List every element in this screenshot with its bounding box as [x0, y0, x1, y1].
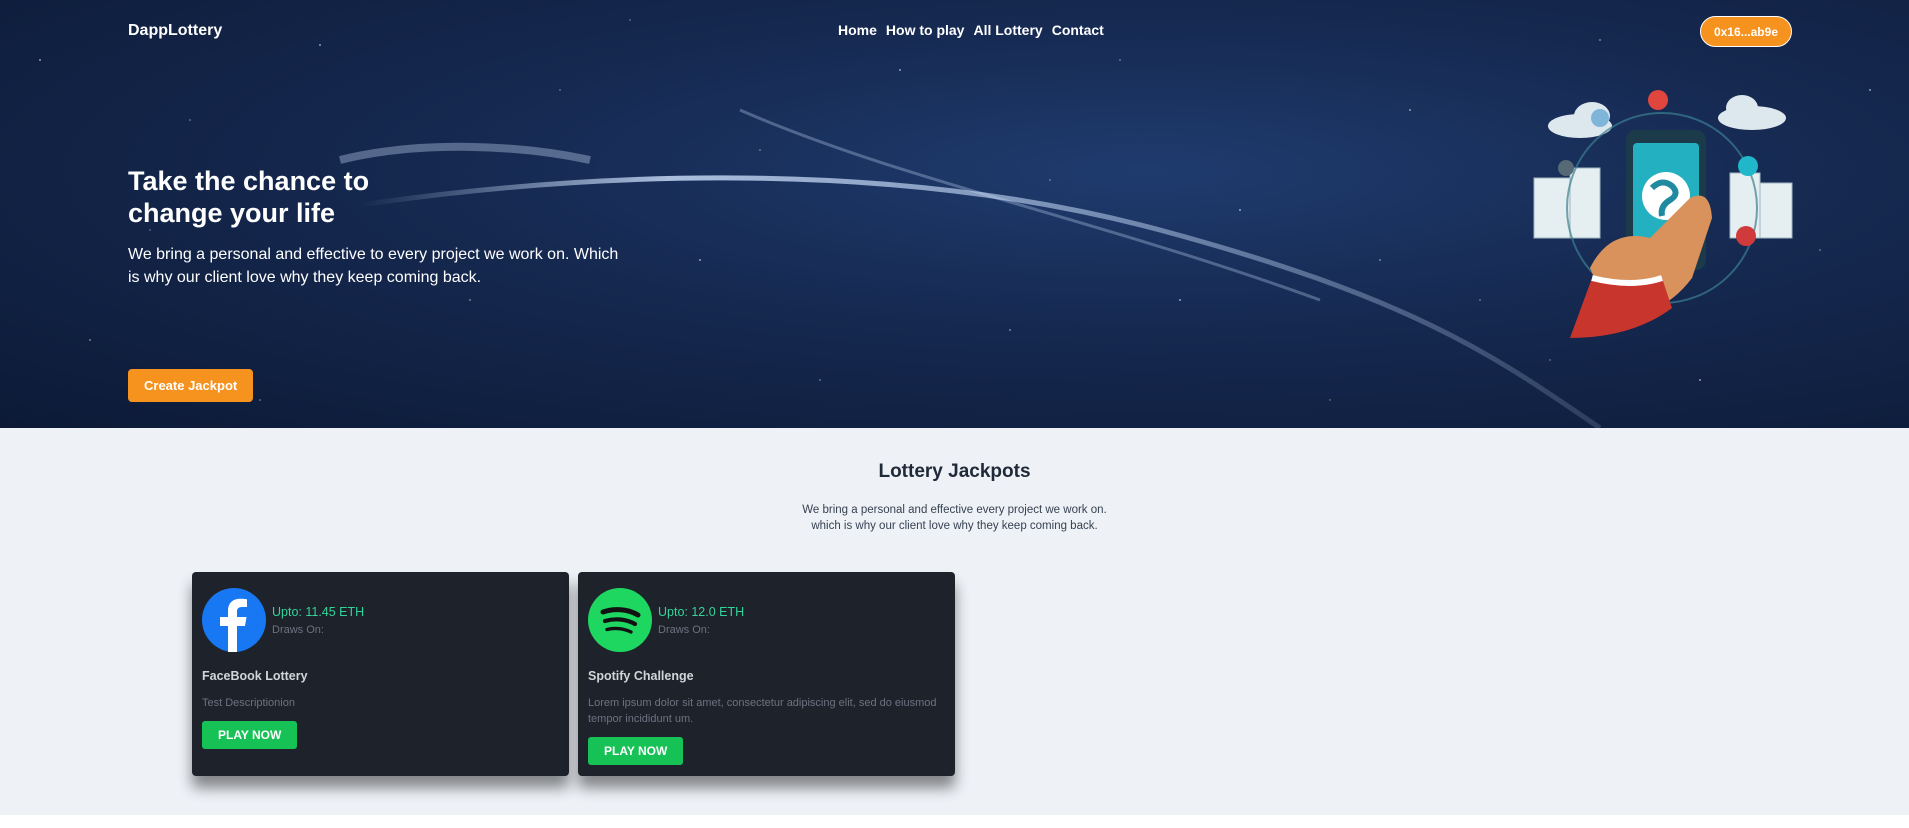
facebook-icon: [202, 588, 266, 652]
phone-globe-illustration: [1533, 90, 1793, 338]
nav-link-contact[interactable]: Contact: [1052, 22, 1104, 38]
nav-link-how-to-play[interactable]: How to play: [886, 22, 965, 38]
hero-banner: DappLottery Home How to play All Lottery…: [0, 0, 1909, 428]
section-subtitle: We bring a personal and effective every …: [0, 502, 1909, 534]
play-now-button[interactable]: PLAY NOW: [588, 737, 684, 765]
card-description: Lorem ipsum dolor sit amet, consectetur …: [588, 697, 937, 725]
draw-date-label: Draws On:: [658, 624, 710, 636]
section-subtitle-line-2: which is why our client love why they ke…: [811, 520, 1098, 532]
card-description: Test Descriptionion: [202, 697, 295, 709]
section-title: Lottery Jackpots: [878, 461, 1031, 482]
section-subtitle-line-1: We bring a personal and effective every …: [802, 504, 1107, 516]
draw-date-label: Draws On:: [272, 624, 324, 636]
page-footer-strip: [0, 815, 1909, 828]
prize-amount: Upto: 11.45 ETH: [272, 605, 365, 619]
play-now-button[interactable]: PLAY NOW: [202, 721, 298, 749]
wallet-address-button[interactable]: 0x16...ab9e: [1699, 16, 1792, 47]
create-jackpot-button[interactable]: Create Jackpot: [128, 369, 254, 402]
nav-link-all-lottery[interactable]: All Lottery: [973, 22, 1042, 38]
jackpot-card: Upto: 11.45 ETH Draws On: FaceBook Lotte…: [192, 572, 569, 776]
jackpot-card: Upto: 12.0 ETH Draws On: Spotify Challen…: [578, 572, 955, 776]
lottery-jackpots-section: Lottery Jackpots We bring a personal and…: [0, 428, 1909, 815]
top-navbar: DappLottery Home How to play All Lottery…: [128, 16, 1792, 62]
nav-link-home[interactable]: Home: [838, 22, 877, 38]
hero-title: Take the chance to change your life: [128, 166, 370, 228]
prize-amount: Upto: 12.0 ETH: [658, 605, 745, 619]
nav-links: Home How to play All Lottery Contact: [838, 22, 1104, 38]
card-title: FaceBook Lottery: [202, 669, 308, 683]
hero-subtitle: We bring a personal and effective to eve…: [128, 246, 619, 286]
brand-logo[interactable]: DappLottery: [128, 22, 222, 40]
card-title: Spotify Challenge: [588, 669, 694, 683]
spotify-icon: [588, 588, 652, 652]
